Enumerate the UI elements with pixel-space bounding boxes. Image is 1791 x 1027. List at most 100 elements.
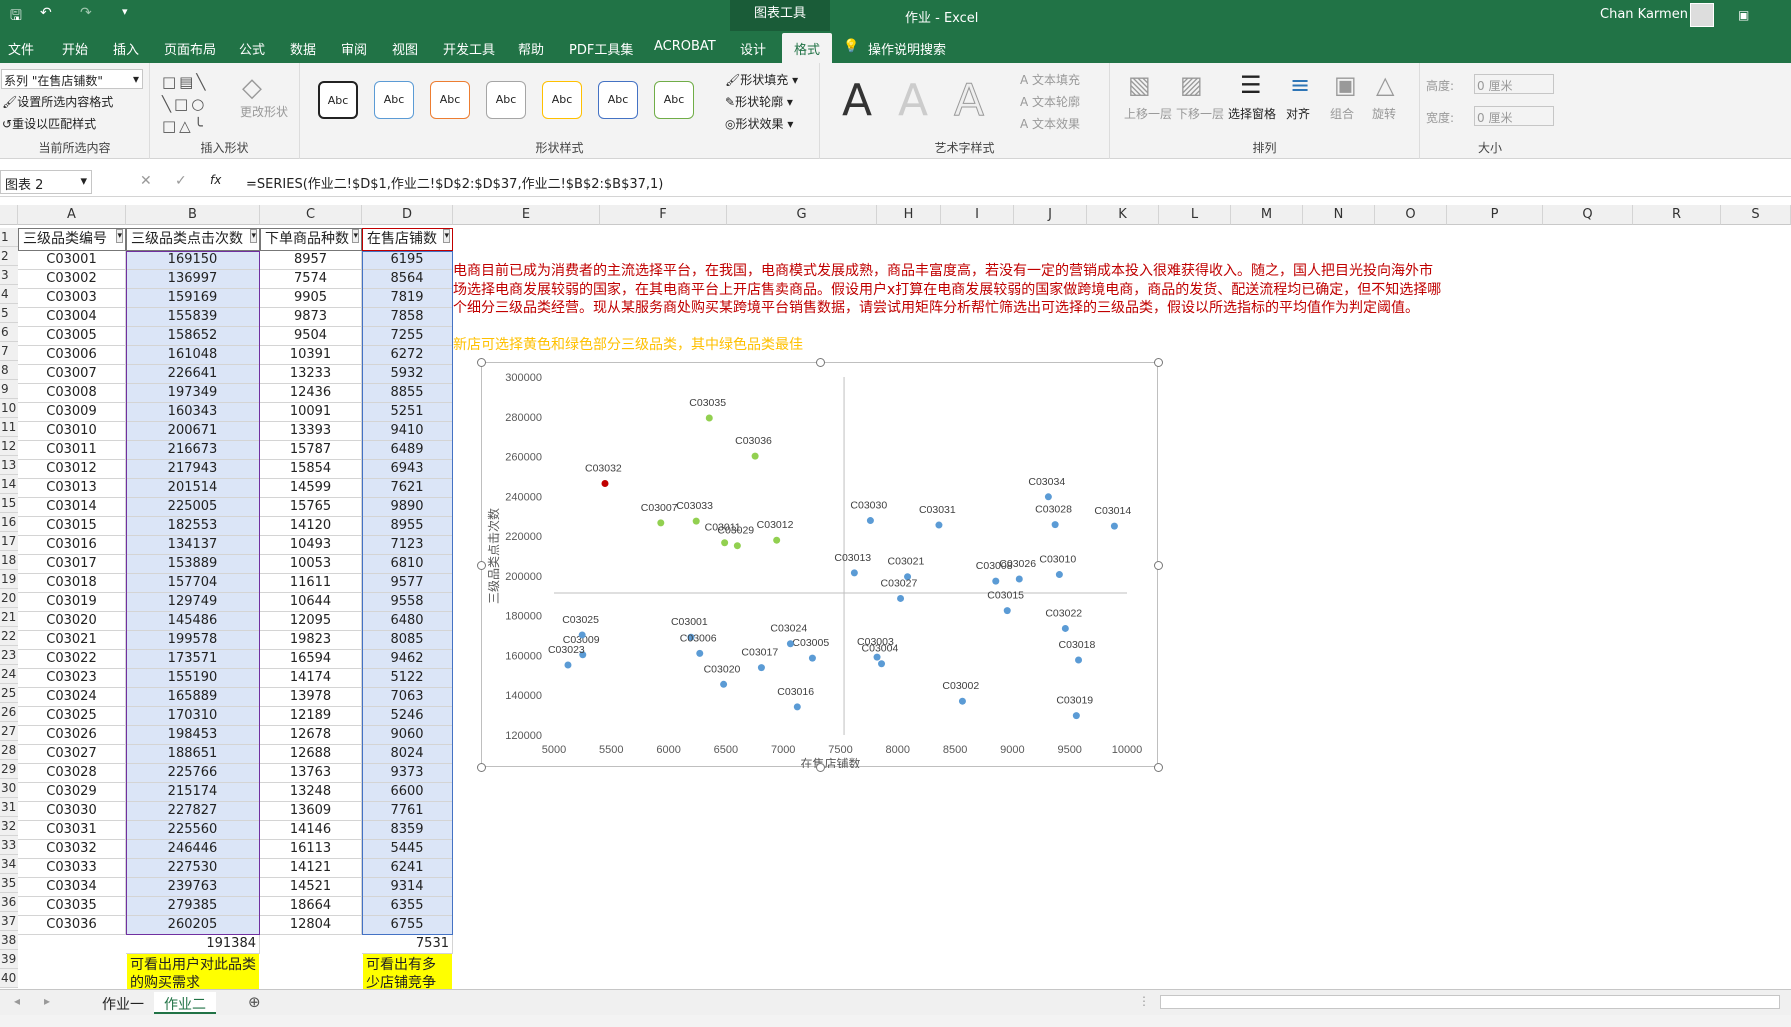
data-point[interactable]: [878, 660, 886, 668]
text-outline-button[interactable]: A 文本轮廓: [1020, 93, 1080, 110]
table-cell[interactable]: 225766: [126, 764, 260, 783]
table-cell[interactable]: 16113: [260, 840, 362, 859]
data-point[interactable]: [657, 519, 665, 527]
table-cell[interactable]: 197349: [126, 384, 260, 403]
table-cell[interactable]: 9577: [362, 574, 453, 593]
table-cell[interactable]: 161048: [126, 346, 260, 365]
table-cell[interactable]: 5932: [362, 365, 453, 384]
shape-style-1[interactable]: Abc: [318, 81, 358, 119]
data-label[interactable]: C03033: [676, 500, 713, 512]
table-cell[interactable]: C03020: [18, 612, 126, 631]
row-header[interactable]: 17: [0, 532, 18, 551]
tab-help[interactable]: 帮助: [518, 39, 544, 58]
ribbon-display-icon[interactable]: ▣: [1738, 8, 1749, 22]
table-cell[interactable]: 217943: [126, 460, 260, 479]
filter-dropdown-icon[interactable]: ▾: [352, 229, 359, 243]
data-point[interactable]: [773, 536, 781, 544]
column-header[interactable]: K: [1087, 205, 1159, 225]
table-cell[interactable]: C03005: [18, 327, 126, 346]
data-label[interactable]: C03026: [999, 558, 1036, 570]
resize-handle[interactable]: [815, 763, 825, 772]
table-cell[interactable]: 8957: [260, 251, 362, 270]
table-cell[interactable]: 6272: [362, 346, 453, 365]
data-point[interactable]: [808, 654, 816, 662]
table-cell[interactable]: 9558: [362, 593, 453, 612]
table-cell[interactable]: 9462: [362, 650, 453, 669]
row-header[interactable]: 23: [0, 646, 18, 665]
data-point[interactable]: [897, 594, 905, 602]
table-cell[interactable]: 188651: [126, 745, 260, 764]
note-store-competition[interactable]: 可看出有多少店铺竞争: [363, 954, 452, 994]
table-header-cell[interactable]: 三级品类编号 ▾: [18, 228, 126, 251]
table-cell[interactable]: 19823: [260, 631, 362, 650]
table-cell[interactable]: C03033: [18, 859, 126, 878]
table-cell[interactable]: 7621: [362, 479, 453, 498]
data-label[interactable]: C03014: [1094, 505, 1131, 517]
table-cell[interactable]: C03015: [18, 517, 126, 536]
table-cell[interactable]: 157704: [126, 574, 260, 593]
row-header[interactable]: 28: [0, 741, 18, 760]
tab-pdf-tools[interactable]: PDF工具集: [569, 39, 633, 58]
data-label[interactable]: C03007: [641, 502, 678, 514]
data-label[interactable]: C03001: [671, 616, 708, 628]
row-header[interactable]: 16: [0, 513, 18, 532]
column-header[interactable]: A: [18, 205, 126, 225]
table-cell[interactable]: 216673: [126, 441, 260, 460]
table-cell[interactable]: 7761: [362, 802, 453, 821]
note-click-demand[interactable]: 可看出用户对此品类的购买需求: [127, 954, 259, 994]
send-backward-button[interactable]: 下移一层: [1176, 105, 1224, 122]
data-label[interactable]: C03027: [881, 577, 918, 589]
table-cell[interactable]: 8024: [362, 745, 453, 764]
table-cell[interactable]: 7858: [362, 308, 453, 327]
table-cell[interactable]: 153889: [126, 555, 260, 574]
table-cell[interactable]: 10091: [260, 403, 362, 422]
data-point[interactable]: [757, 664, 765, 672]
tab-developer[interactable]: 开发工具: [443, 39, 495, 58]
table-cell[interactable]: C03023: [18, 669, 126, 688]
shape-style-4[interactable]: Abc: [486, 81, 526, 119]
table-cell[interactable]: 11611: [260, 574, 362, 593]
data-point[interactable]: [866, 517, 874, 525]
data-point[interactable]: [733, 542, 741, 550]
table-cell[interactable]: 14174: [260, 669, 362, 688]
shape-style-3[interactable]: Abc: [430, 81, 470, 119]
table-cell[interactable]: 12804: [260, 916, 362, 935]
x-axis-title[interactable]: 在售店铺数: [800, 756, 860, 771]
data-label[interactable]: C03015: [987, 590, 1024, 602]
column-header[interactable]: M: [1231, 205, 1303, 225]
select-all-corner[interactable]: [0, 205, 18, 225]
undo-icon[interactable]: ↶: [40, 5, 52, 21]
y-tick-label[interactable]: 240000: [505, 491, 542, 503]
average-click-cell[interactable]: 191384: [126, 935, 260, 954]
table-cell[interactable]: 260205: [126, 916, 260, 935]
data-label[interactable]: C03005: [792, 637, 829, 649]
data-label[interactable]: C03004: [862, 643, 899, 655]
tell-me-search[interactable]: 操作说明搜索: [868, 39, 946, 58]
table-cell[interactable]: C03035: [18, 897, 126, 916]
shape-style-2[interactable]: Abc: [374, 81, 414, 119]
table-cell[interactable]: 5246: [362, 707, 453, 726]
table-cell[interactable]: C03025: [18, 707, 126, 726]
table-cell[interactable]: C03027: [18, 745, 126, 764]
row-header[interactable]: 27: [0, 722, 18, 741]
data-label[interactable]: C03002: [942, 680, 979, 692]
tab-review[interactable]: 审阅: [341, 39, 367, 58]
table-cell[interactable]: 169150: [126, 251, 260, 270]
table-cell[interactable]: 160343: [126, 403, 260, 422]
tab-format[interactable]: 格式: [782, 33, 833, 63]
resize-handle[interactable]: [1154, 763, 1163, 772]
column-header[interactable]: G: [727, 205, 877, 225]
table-cell[interactable]: C03013: [18, 479, 126, 498]
table-cell[interactable]: C03002: [18, 270, 126, 289]
shape-effect-button[interactable]: ◎形状效果 ▾: [725, 115, 793, 132]
data-point[interactable]: [935, 521, 943, 529]
table-cell[interactable]: 13609: [260, 802, 362, 821]
save-icon[interactable]: 🖫: [10, 5, 22, 29]
table-cell[interactable]: 13393: [260, 422, 362, 441]
shape-outline-button[interactable]: ✎形状轮廓 ▾: [725, 93, 793, 110]
table-cell[interactable]: 9504: [260, 327, 362, 346]
text-fill-button[interactable]: A 文本填充: [1020, 71, 1080, 88]
data-label[interactable]: C03016: [777, 686, 814, 698]
table-cell[interactable]: 226641: [126, 365, 260, 384]
row-header[interactable]: 15: [0, 494, 18, 513]
